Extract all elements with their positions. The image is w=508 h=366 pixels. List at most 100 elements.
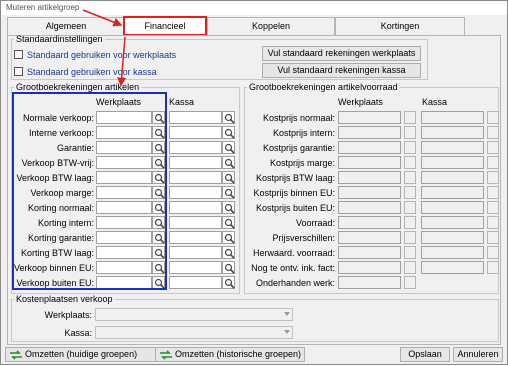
voorraad-row-label: Prijsverschillen: (272, 233, 335, 243)
voorraad-werkplaats-lookup-button[interactable] (404, 141, 416, 154)
chk-werkplaats[interactable]: Standaard gebruiken voor werkplaats (14, 50, 176, 60)
artikelen-kassa-input[interactable] (169, 201, 222, 214)
voorraad-kassa-lookup-button[interactable] (487, 216, 499, 229)
search-icon[interactable] (222, 201, 235, 214)
voorraad-kassa-lookup-button[interactable] (487, 201, 499, 214)
search-icon[interactable] (222, 186, 235, 199)
tab-financieel[interactable]: Financieel (123, 16, 207, 36)
search-icon[interactable] (222, 156, 235, 169)
voorraad-kassa-input[interactable] (421, 231, 484, 244)
search-icon[interactable] (222, 276, 235, 289)
voorraad-werkplaats-input[interactable] (338, 246, 401, 259)
voorraad-werkplaats-input[interactable] (338, 186, 401, 199)
tab-content: Standaardinstellingen Standaard gebruike… (7, 34, 501, 345)
omzetten-huidig-label: Omzetten (huidige groepen) (25, 349, 138, 359)
convert-arrows-icon (159, 350, 173, 364)
voorraad-kassa-lookup-button[interactable] (487, 231, 499, 244)
voorraad-werkplaats-input[interactable] (338, 126, 401, 139)
artikelen-kassa-input[interactable] (169, 156, 222, 169)
annuleren-button[interactable]: Annuleren (453, 347, 503, 362)
voorraad-werkplaats-input[interactable] (338, 231, 401, 244)
omzetten-hist-button[interactable]: Omzetten (historische groepen) (155, 347, 305, 362)
voorraad-row-label: Kostprijs buiten EU: (255, 203, 335, 213)
tab-koppelen[interactable]: Koppelen (207, 17, 335, 35)
artikelen-kassa-input[interactable] (169, 246, 222, 259)
tab-kortingen[interactable]: Kortingen (335, 17, 465, 35)
voorraad-werkplaats-lookup-button[interactable] (404, 126, 416, 139)
voorraad-row-label: Kostprijs garantie: (262, 143, 335, 153)
voorraad-werkplaats-lookup-button[interactable] (404, 186, 416, 199)
voorraad-kassa-input[interactable] (421, 186, 484, 199)
voorraad-werkplaats-lookup-button[interactable] (404, 276, 416, 289)
voorraad-kassa-input[interactable] (421, 141, 484, 154)
artikelen-kassa-input[interactable] (169, 261, 222, 274)
voorraad-kassa-input[interactable] (421, 156, 484, 169)
artikelen-kassa-input[interactable] (169, 141, 222, 154)
voorraad-kassa-lookup-button[interactable] (487, 186, 499, 199)
checkbox-werkplaats[interactable] (14, 50, 23, 59)
chk-kassa[interactable]: Standaard gebruiken voor kassa (14, 67, 157, 77)
artikelen-kassa-input[interactable] (169, 276, 222, 289)
omzetten-huidig-button[interactable]: Omzetten (huidige groepen) (5, 347, 163, 362)
voorraad-kassa-input[interactable] (421, 126, 484, 139)
voorraad-werkplaats-lookup-button[interactable] (404, 231, 416, 244)
voorraad-werkplaats-input[interactable] (338, 156, 401, 169)
artikelen-kassa-input[interactable] (169, 126, 222, 139)
title-bar: Muteren artikelgroep (1, 1, 507, 15)
voorraad-kassa-input[interactable] (421, 216, 484, 229)
voorraad-werkplaats-lookup-button[interactable] (404, 246, 416, 259)
voorraad-werkplaats-lookup-button[interactable] (404, 156, 416, 169)
search-icon[interactable] (222, 261, 235, 274)
search-icon[interactable] (222, 111, 235, 124)
voorraad-kassa-lookup-button[interactable] (487, 171, 499, 184)
voorraad-kassa-input[interactable] (421, 261, 484, 274)
voorraad-kassa-input[interactable] (421, 201, 484, 214)
voorraad-kassa-lookup-button[interactable] (487, 261, 499, 274)
search-icon[interactable] (222, 126, 235, 139)
voorraad-row-label: Kostprijs binnen EU: (253, 188, 335, 198)
voorraad-kassa-lookup-button[interactable] (487, 246, 499, 259)
voorraad-werkplaats-input[interactable] (338, 141, 401, 154)
kosten-legend: Kostenplaatsen verkoop (16, 294, 113, 304)
voorraad-werkplaats-lookup-button[interactable] (404, 261, 416, 274)
voorraad-kassa-input[interactable] (421, 111, 484, 124)
kosten-kassa-select[interactable] (95, 326, 293, 339)
vul-kassa-button[interactable]: Vul standaard rekeningen kassa (262, 63, 421, 78)
voorraad-kassa-input[interactable] (421, 246, 484, 259)
highlight-blue-box (12, 92, 167, 290)
omzetten-hist-label: Omzetten (historische groepen) (175, 349, 302, 359)
voorraad-werkplaats-lookup-button[interactable] (404, 201, 416, 214)
voorraad-werkplaats-lookup-button[interactable] (404, 111, 416, 124)
voorraad-kassa-lookup-button[interactable] (487, 126, 499, 139)
voorraad-kassa-input[interactable] (421, 171, 484, 184)
voorraad-werkplaats-input[interactable] (338, 216, 401, 229)
voorraad-werkplaats-input[interactable] (338, 276, 401, 289)
voorraad-werkplaats-lookup-button[interactable] (404, 216, 416, 229)
search-icon[interactable] (222, 246, 235, 259)
search-icon[interactable] (222, 171, 235, 184)
artikelen-kassa-input[interactable] (169, 171, 222, 184)
tab-algemeen[interactable]: Algemeen (7, 17, 125, 35)
opslaan-button[interactable]: Opslaan (400, 347, 450, 362)
voorraad-kassa-lookup-button[interactable] (487, 141, 499, 154)
voorraad-werkplaats-input[interactable] (338, 201, 401, 214)
artikelen-kassa-input[interactable] (169, 216, 222, 229)
artikelen-kassa-input[interactable] (169, 111, 222, 124)
voorraad-werkplaats-input[interactable] (338, 261, 401, 274)
voorraad-kassa-lookup-button[interactable] (487, 156, 499, 169)
search-icon[interactable] (222, 216, 235, 229)
vul-werkplaats-button[interactable]: Vul standaard rekeningen werkplaats (262, 46, 421, 61)
artikelen-kassa-input[interactable] (169, 231, 222, 244)
artikelen-legend: Grootboekrekeningen artikelen (16, 82, 140, 92)
voorraad-werkplaats-lookup-button[interactable] (404, 171, 416, 184)
voorraad-werkplaats-input[interactable] (338, 111, 401, 124)
voorraad-werkplaats-input[interactable] (338, 171, 401, 184)
checkbox-kassa[interactable] (14, 67, 23, 76)
kosten-werkplaats-select[interactable] (95, 308, 293, 321)
voorraad-legend: Grootboekrekeningen artikelvoorraad (249, 82, 398, 92)
search-icon[interactable] (222, 141, 235, 154)
artikelen-kassa-input[interactable] (169, 186, 222, 199)
voorraad-row-label: Kostprijs BTW laag: (255, 173, 335, 183)
search-icon[interactable] (222, 231, 235, 244)
voorraad-kassa-lookup-button[interactable] (487, 111, 499, 124)
